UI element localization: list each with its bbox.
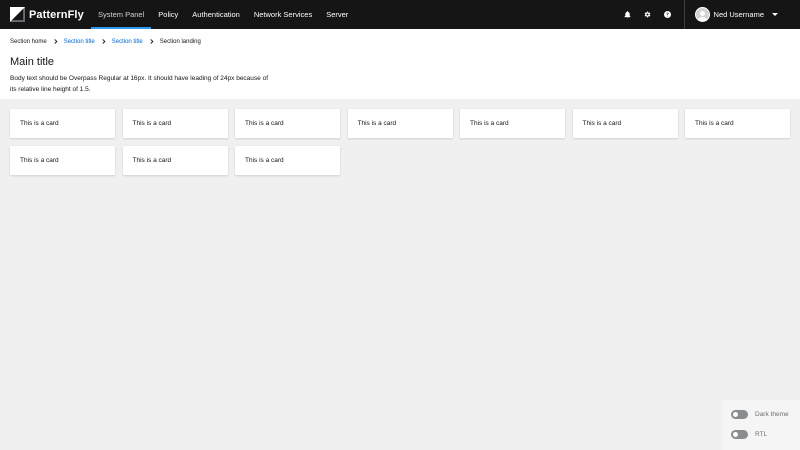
nav-item-server[interactable]: Server <box>319 0 355 29</box>
card[interactable]: This is a card <box>460 109 565 138</box>
card[interactable]: This is a card <box>235 145 340 175</box>
bell-icon <box>624 11 631 18</box>
page-description: Body text should be Overpass Regular at … <box>10 75 269 93</box>
angle-right-icon <box>149 39 156 44</box>
dark-theme-toggle[interactable]: Dark theme <box>731 409 800 420</box>
theme-switcher-panel: Dark theme RTL <box>722 400 800 450</box>
breadcrumb-item-section-home[interactable]: Section home <box>10 39 47 45</box>
nav-item-system-panel[interactable]: System Panel <box>91 0 152 29</box>
card[interactable]: This is a card <box>122 109 228 138</box>
user-dropdown[interactable]: Ned Username <box>683 0 800 29</box>
help-button[interactable] <box>658 0 678 29</box>
masthead-tools <box>618 0 678 29</box>
brand-name: PatternFly <box>29 8 84 21</box>
settings-button[interactable] <box>638 0 658 29</box>
card[interactable]: This is a card <box>572 109 678 138</box>
rtl-toggle[interactable]: RTL <box>731 429 800 440</box>
brand-logo[interactable]: PatternFly <box>0 0 84 29</box>
card[interactable]: This is a card <box>10 109 115 138</box>
notifications-button[interactable] <box>618 0 638 29</box>
toggle-switch-icon[interactable] <box>731 410 748 419</box>
breadcrumb-item-section-landing: Section landing <box>159 38 201 45</box>
nav-item-network-services[interactable]: Network Services <box>247 0 319 29</box>
user-name: Ned Username <box>713 10 764 19</box>
main-nav: System Panel Policy Authentication Netwo… <box>91 0 355 29</box>
nav-item-policy[interactable]: Policy <box>151 0 185 29</box>
caret-down-icon <box>772 13 778 16</box>
card[interactable]: This is a card <box>685 109 790 138</box>
page-title: Main title <box>10 56 55 68</box>
avatar <box>694 7 710 22</box>
card[interactable]: This is a card <box>347 109 453 138</box>
card[interactable]: This is a card <box>122 145 228 175</box>
page-header: Section home Section title Section title… <box>0 29 800 99</box>
angle-right-icon <box>53 39 60 44</box>
help-icon <box>664 11 672 18</box>
card-gallery: This is a card This is a card This is a … <box>0 99 800 185</box>
angle-right-icon <box>101 39 108 44</box>
card[interactable]: This is a card <box>10 145 115 175</box>
rtl-label: RTL <box>755 431 768 438</box>
patternfly-logo-icon <box>10 7 25 22</box>
nav-item-authentication[interactable]: Authentication <box>185 0 247 29</box>
toggle-switch-icon[interactable] <box>731 430 748 439</box>
breadcrumb-link-section-title[interactable]: Section title <box>64 39 95 45</box>
card[interactable]: This is a card <box>235 109 340 138</box>
breadcrumb: Section home Section title Section title… <box>10 37 790 46</box>
dark-theme-label: Dark theme <box>755 411 789 418</box>
gear-icon <box>644 11 651 18</box>
masthead: PatternFly System Panel Policy Authentic… <box>0 0 800 29</box>
breadcrumb-link-section-title[interactable]: Section title <box>112 39 143 45</box>
